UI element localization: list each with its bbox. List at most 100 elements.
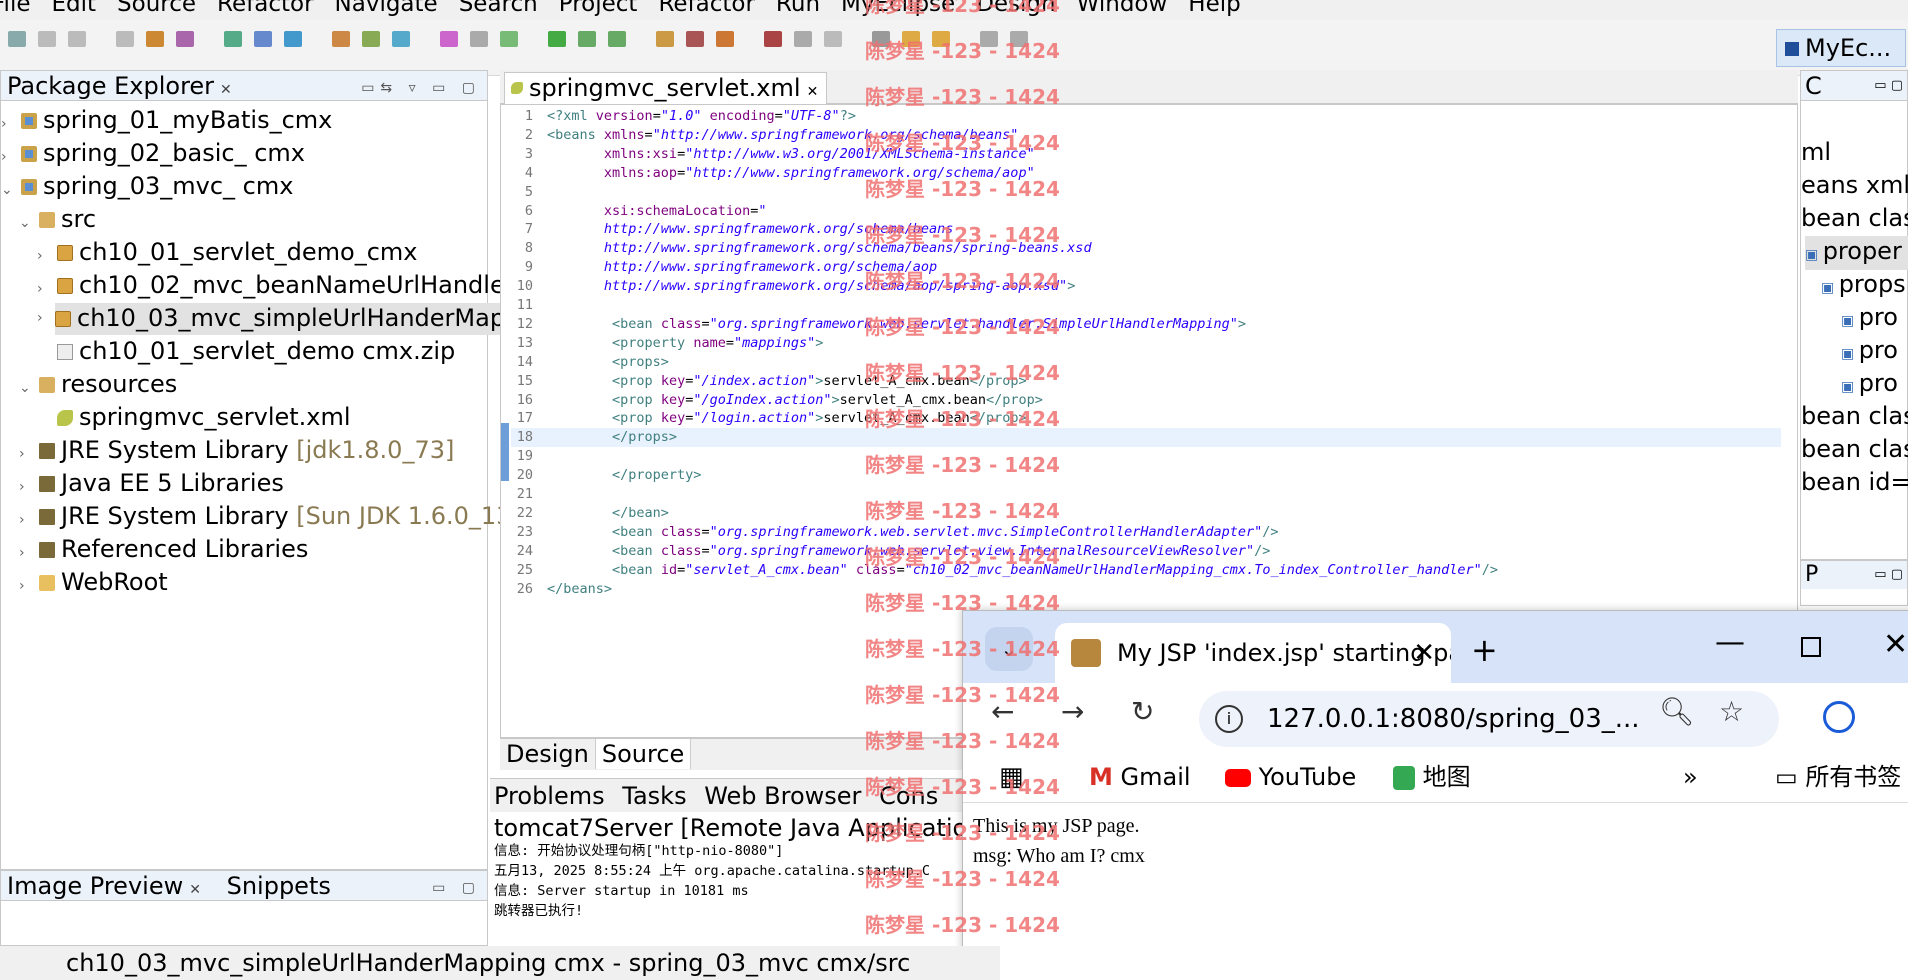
code-line[interactable]: 26 </beans> xyxy=(511,580,1781,599)
close-tab-icon[interactable]: ✕ xyxy=(1413,623,1435,683)
outline-item[interactable]: ▣ pro xyxy=(1841,335,1898,369)
code-line[interactable]: 4 xmlns:aop="http://www.springframework.… xyxy=(511,164,1781,183)
expand-arrow-icon[interactable]: ⌄ xyxy=(19,373,39,403)
menu-item-refactor[interactable]: Refactor xyxy=(658,0,754,16)
tree-item[interactable]: › ch10_01_servlet_demo_cmx xyxy=(37,237,418,269)
console-tab[interactable]: Cons xyxy=(879,782,938,810)
tree-item[interactable]: ⌄ src xyxy=(19,204,96,236)
outline-item[interactable]: ▣ pro xyxy=(1841,302,1898,336)
toolbar-button-icon[interactable] xyxy=(470,31,488,47)
toolbar-button-icon[interactable] xyxy=(686,31,704,47)
code-line[interactable]: 13 <property name="mappings"> xyxy=(511,334,1781,353)
code-line[interactable]: 20 </property> xyxy=(511,466,1781,485)
code-line[interactable]: 19 xyxy=(511,447,1781,466)
code-line[interactable]: 6 xsi:schemaLocation=" xyxy=(511,202,1781,221)
code-line[interactable]: 8 http://www.springframework.org/schema/… xyxy=(511,239,1781,258)
expand-arrow-icon[interactable]: › xyxy=(19,571,39,601)
tree-item[interactable]: › JRE System Library [Sun JDK 1.6.0_13] xyxy=(19,501,521,533)
expand-arrow-icon[interactable]: ⌄ xyxy=(19,208,39,238)
menu-item-edit[interactable]: Edit xyxy=(52,0,97,16)
snippets-tab[interactable]: Snippets xyxy=(227,872,331,900)
outline-item[interactable]: bean clas xyxy=(1801,401,1908,431)
problems-tab[interactable]: Problems xyxy=(494,782,605,810)
tasks-tab[interactable]: Tasks xyxy=(622,782,686,810)
code-line[interactable]: 11 xyxy=(511,296,1781,315)
design-tab[interactable]: Design xyxy=(500,739,596,769)
outline-item[interactable]: eans xmln xyxy=(1801,170,1908,200)
perspective-button[interactable]: MyEc... xyxy=(1776,29,1906,67)
code-line[interactable]: 5 xyxy=(511,183,1781,202)
bookmark-gmail[interactable]: M Gmail xyxy=(1089,751,1191,803)
toolbar-button-icon[interactable] xyxy=(254,31,272,47)
menu-item-file[interactable]: File xyxy=(0,0,31,16)
menu-item-search[interactable]: Search xyxy=(459,0,538,16)
outline-item[interactable]: ▣ props xyxy=(1821,269,1906,303)
toolbar-button-icon[interactable] xyxy=(284,31,302,47)
toolbar-button-icon[interactable] xyxy=(440,31,458,47)
code-line[interactable]: 1 <?xml version="1.0" encoding="UTF-8"?> xyxy=(511,107,1781,126)
all-bookmarks[interactable]: ▭ 所有书签 xyxy=(1775,751,1901,803)
expand-arrow-icon[interactable]: › xyxy=(37,274,57,304)
code-line[interactable]: 16 <prop key="/goIndex.action">servlet_A… xyxy=(511,391,1781,410)
toolbar-button-icon[interactable] xyxy=(824,31,842,47)
tree-item[interactable]: › ch10_02_mvc_beanNameUrlHandlerM xyxy=(37,270,535,302)
menu-item-help[interactable]: Help xyxy=(1188,0,1240,16)
toolbar-button-icon[interactable] xyxy=(116,31,134,47)
code-line[interactable]: 21 xyxy=(511,485,1781,504)
bookmark-youtube[interactable]: YouTube xyxy=(1225,751,1356,803)
view-controls[interactable]: ▭⇆ ▿ ▭ ▢ xyxy=(361,73,481,100)
properties-tab[interactable]: P ▭ ▢ xyxy=(1801,561,1907,589)
outline-item[interactable]: ▣ pro xyxy=(1841,368,1898,402)
outline-item[interactable]: bean clas xyxy=(1801,203,1908,233)
toolbar-button-icon[interactable] xyxy=(500,31,518,47)
forward-icon[interactable]: → xyxy=(1061,695,1084,728)
outline-item[interactable]: ml xyxy=(1801,137,1831,167)
tree-item[interactable]: ⌄ resources xyxy=(19,369,177,401)
toolbar-button-icon[interactable] xyxy=(362,31,380,47)
package-explorer-tab[interactable]: Package Explorer ✕ ▭⇆ ▿ ▭ ▢ xyxy=(1,71,487,101)
toolbar-button-icon[interactable] xyxy=(548,31,566,47)
toolbar-button-icon[interactable] xyxy=(8,31,26,47)
toolbar-button-icon[interactable] xyxy=(794,31,812,47)
image-preview-tab[interactable]: Image Preview xyxy=(7,872,183,900)
zoom-icon[interactable]: 🔍︎ xyxy=(1659,695,1695,728)
code-line[interactable]: 23 <bean class="org.springframework.web.… xyxy=(511,523,1781,542)
code-line[interactable]: 2 <beans xmlns="http://www.springframewor… xyxy=(511,126,1781,145)
code-line[interactable]: 12 <bean class="org.springframework.web.… xyxy=(511,315,1781,334)
reload-icon[interactable]: ↻ xyxy=(1131,695,1154,728)
site-info-icon[interactable]: i xyxy=(1215,705,1243,733)
tree-item[interactable]: › spring_02_basic_ cmx xyxy=(1,138,305,170)
outline-tab[interactable]: C ▭ ▢ xyxy=(1801,71,1907,101)
menu-item-window[interactable]: Window xyxy=(1077,0,1168,16)
tab-search-icon[interactable]: ⌄ xyxy=(985,627,1033,671)
apps-icon[interactable]: ▦ xyxy=(999,751,1024,803)
toolbar-button-icon[interactable] xyxy=(176,31,194,47)
new-tab-icon[interactable]: + xyxy=(1471,631,1498,669)
bookmark-star-icon[interactable]: ☆ xyxy=(1719,695,1744,728)
code-line[interactable]: 7 http://www.springframework.org/schema/… xyxy=(511,220,1781,239)
expand-arrow-icon[interactable]: › xyxy=(19,505,39,535)
expand-arrow-icon[interactable]: › xyxy=(37,241,57,271)
close-icon[interactable]: ✕ xyxy=(189,882,201,898)
back-icon[interactable]: ← xyxy=(991,695,1014,728)
maximize-icon[interactable] xyxy=(1801,637,1821,657)
toolbar-button-icon[interactable] xyxy=(716,31,734,47)
outline-item[interactable]: bean id= xyxy=(1801,467,1908,497)
menu-item-source[interactable]: Source xyxy=(117,0,196,16)
menu-item-navigate[interactable]: Navigate xyxy=(335,0,438,16)
bookmark-maps[interactable]: 地图 xyxy=(1393,751,1471,803)
minimize-icon[interactable]: — xyxy=(1715,625,1745,660)
expand-arrow-icon[interactable]: › xyxy=(1,142,21,172)
outline-item[interactable]: bean clas xyxy=(1801,434,1908,464)
code-line[interactable]: 24 <bean class="org.springframework.web.… xyxy=(511,542,1781,561)
expand-arrow-icon[interactable]: ⌄ xyxy=(1,175,21,205)
toolbar-button-icon[interactable] xyxy=(764,31,782,47)
code-line[interactable]: 14 <props> xyxy=(511,353,1781,372)
toolbar-button-icon[interactable] xyxy=(902,31,920,47)
tree-item[interactable]: springmvc_servlet.xml xyxy=(37,402,351,434)
toolbar-button-icon[interactable] xyxy=(392,31,410,47)
source-tab[interactable]: Source xyxy=(595,739,692,769)
close-icon[interactable]: ✕ xyxy=(220,82,232,98)
close-icon[interactable]: ✕ xyxy=(807,84,819,100)
code-line[interactable]: 3 xmlns:xsi="http://www.w3.org/2001/XMLS… xyxy=(511,145,1781,164)
